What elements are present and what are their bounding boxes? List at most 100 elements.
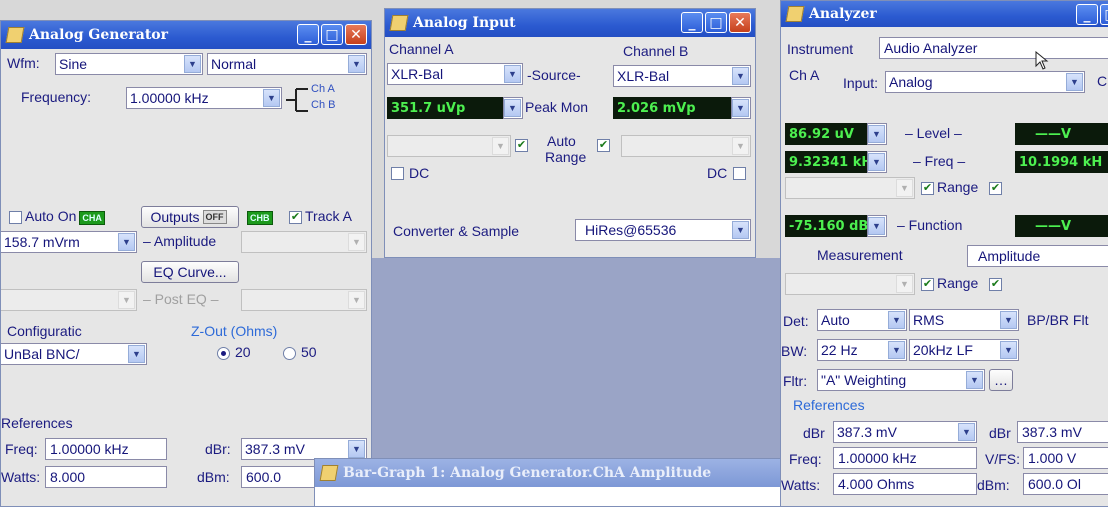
auto-range-b-checkbox[interactable]: ✔ — [597, 139, 610, 152]
zout-50-label: 50 — [301, 344, 317, 360]
analog-generator-titlebar[interactable]: Analog Generator _ □ ✕ — [1, 21, 371, 49]
chevron-down-icon: ▼ — [118, 233, 135, 251]
configuration-label: Configuratic — [7, 323, 82, 339]
filter-value: "A" Weighting — [821, 372, 907, 388]
level-a-unit-select[interactable]: ▼ — [867, 123, 887, 145]
instrument-label: Instrument — [787, 41, 854, 57]
ref-dbr-a-input[interactable]: 387.3 mV ▼ — [833, 421, 977, 443]
track-a-checkbox[interactable]: ✔ — [289, 211, 302, 224]
dc-b-label: DC — [707, 165, 728, 181]
frequency-value: 1.00000 kHz — [130, 90, 209, 106]
maximize-button[interactable]: □ — [321, 24, 343, 45]
converter-select[interactable]: HiRes@65536 ▼ — [575, 219, 751, 241]
close-button[interactable]: ✕ — [729, 12, 751, 33]
chevron-down-icon: ▼ — [504, 99, 521, 117]
channel-a-tag: Ch A — [311, 83, 335, 95]
minimize-button[interactable]: _ — [297, 24, 319, 45]
track-a-label: Track A — [305, 208, 352, 224]
ref-dbr-b-input[interactable]: 387.3 mV — [1017, 421, 1108, 443]
minimize-button[interactable]: _ — [1076, 4, 1098, 25]
auto-range-a-checkbox[interactable]: ✔ — [515, 139, 528, 152]
ref-freq-input[interactable]: 1.00000 kHz — [45, 438, 167, 460]
filter-select[interactable]: "A" Weighting ▼ — [817, 369, 985, 391]
freq-range-select[interactable]: ▼ — [785, 177, 915, 199]
function-b-readout: ——V — [1015, 215, 1108, 237]
measurement-select[interactable]: Amplitude — [967, 245, 1108, 267]
configuration-select[interactable]: UnBal BNC/ ▼ — [1, 343, 147, 365]
analyzer-titlebar[interactable]: Analyzer _ □ — [781, 1, 1108, 27]
vfs-input[interactable]: 1.000 V — [1023, 447, 1108, 469]
close-button[interactable]: ✕ — [345, 24, 367, 45]
freq-range-a-checkbox[interactable]: ✔ — [921, 182, 934, 195]
filter-more-button[interactable]: … — [989, 369, 1013, 391]
instrument-select[interactable]: Audio Analyzer — [879, 37, 1108, 59]
amplitude-chb-input[interactable]: ▼ — [241, 231, 367, 253]
function-range-a-checkbox[interactable]: ✔ — [921, 278, 934, 291]
detector-select[interactable]: Auto ▼ — [817, 309, 907, 331]
ref-dbr-b-label: dBr — [989, 425, 1011, 441]
auto-label: Auto — [547, 133, 576, 149]
function-a-unit-select[interactable]: ▼ — [867, 215, 887, 237]
dc-b-checkbox[interactable] — [733, 167, 746, 180]
peak-a-unit-select[interactable]: ▼ — [503, 97, 523, 119]
bandwidth-high-select[interactable]: 20kHz LF ▼ — [909, 339, 1019, 361]
amplitude-input[interactable]: 158.7 mVrm ▼ — [1, 231, 137, 253]
freq-a-unit-select[interactable]: ▼ — [867, 151, 887, 173]
ref-dbm-input[interactable]: 600.0 — [241, 466, 317, 488]
rms-select[interactable]: RMS ▼ — [909, 309, 1019, 331]
peak-b-unit-select[interactable]: ▼ — [731, 97, 751, 119]
waveform-select[interactable]: Sine ▼ — [55, 53, 203, 75]
ref-freq-input[interactable]: 1.00000 kHz — [833, 447, 977, 469]
ref-dbr-input[interactable]: 387.3 mV ▼ — [241, 438, 367, 460]
bar-graph-titlebar[interactable]: Bar-Graph 1: Analog Generator.ChA Amplit… — [315, 459, 783, 487]
function-range-select[interactable]: ▼ — [785, 273, 915, 295]
source-b-select[interactable]: XLR-Bal ▼ — [613, 65, 751, 87]
bandwidth-low-select[interactable]: 22 Hz ▼ — [817, 339, 907, 361]
input-select[interactable]: Analog ▼ — [885, 71, 1085, 93]
freq-range-b-checkbox[interactable]: ✔ — [989, 182, 1002, 195]
chevron-down-icon: ▼ — [966, 371, 983, 389]
chevron-down-icon: ▼ — [492, 137, 509, 155]
peak-monitor-a-readout: 351.7 uVp — [387, 97, 503, 119]
freq-range-label: Range — [937, 179, 979, 195]
range-a-select[interactable]: ▼ — [387, 135, 511, 157]
outputs-button[interactable]: Outputs OFF — [141, 206, 239, 228]
chevron-down-icon: ▼ — [888, 311, 905, 329]
measurement-label: Measurement — [817, 247, 903, 263]
wfm-label: Wfm: — [7, 55, 40, 71]
ref-watts-input[interactable]: 8.000 — [45, 466, 167, 488]
bandwidth-high-value: 20kHz LF — [913, 342, 973, 358]
ref-dbm-input[interactable]: 600.0 Ol — [1023, 473, 1108, 495]
maximize-button[interactable]: □ — [1100, 4, 1108, 25]
rms-value: RMS — [913, 312, 945, 328]
frequency-input[interactable]: 1.00000 kHz ▼ — [126, 87, 282, 109]
minimize-button[interactable]: _ — [681, 12, 703, 33]
dc-a-checkbox[interactable] — [391, 167, 404, 180]
source-a-select[interactable]: XLR-Bal ▼ — [387, 63, 523, 85]
auto-on-label: Auto On CHA — [25, 208, 108, 225]
ref-watts-input[interactable]: 4.000 Ohms — [833, 473, 977, 495]
chevron-down-icon: ▼ — [118, 291, 135, 309]
app-icon — [785, 6, 805, 22]
chevron-down-icon: ▼ — [958, 423, 975, 441]
post-eq-chb-input[interactable]: ▼ — [241, 289, 367, 311]
range-b-select[interactable]: ▼ — [621, 135, 751, 157]
function-range-b-checkbox[interactable]: ✔ — [989, 278, 1002, 291]
input-label: Input: — [843, 75, 879, 91]
window-title: Bar-Graph 1: Analog Generator.ChA Amplit… — [343, 465, 712, 481]
waveform-mode-select[interactable]: Normal ▼ — [207, 53, 367, 75]
app-icon — [5, 27, 25, 43]
ref-dbr-a-label: dBr — [803, 425, 825, 441]
chevron-down-icon: ▼ — [868, 217, 885, 235]
analog-input-titlebar[interactable]: Analog Input _ □ ✕ — [385, 9, 755, 37]
auto-on-checkbox[interactable] — [9, 211, 22, 224]
chevron-down-icon: ▼ — [348, 55, 365, 73]
maximize-button[interactable]: □ — [705, 12, 727, 33]
post-eq-input[interactable]: ▼ — [1, 289, 137, 311]
channel-b-tag: Ch B — [311, 99, 336, 111]
chevron-down-icon: ▼ — [896, 275, 913, 293]
zout-50-radio[interactable] — [283, 347, 296, 360]
zout-20-radio[interactable] — [217, 347, 230, 360]
eq-curve-button[interactable]: EQ Curve... — [141, 261, 239, 283]
chevron-down-icon: ▼ — [888, 341, 905, 359]
